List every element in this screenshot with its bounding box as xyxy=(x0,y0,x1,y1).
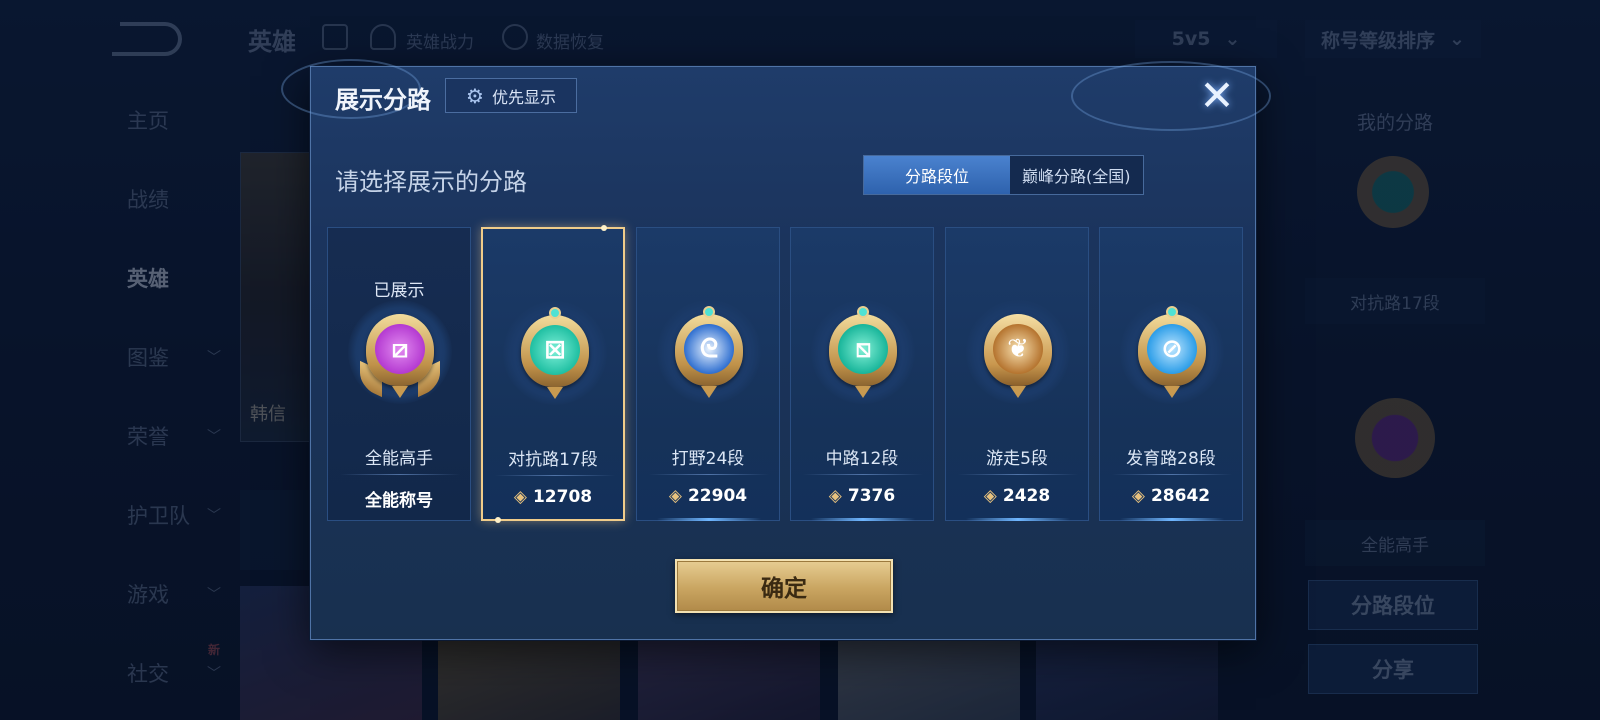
badge-tip xyxy=(392,386,408,398)
badge-gem: ⧄ xyxy=(375,324,425,374)
lane-card-all-round[interactable]: 已展示 ⧄ 全能高手 全能称号 xyxy=(327,227,471,521)
card-glow xyxy=(657,518,761,521)
dialog-prompt: 请选择展示的分路 xyxy=(335,168,527,196)
score-icon: ◈ xyxy=(513,487,527,507)
lane-tabs: 分路段位 巅峰分路(全国) xyxy=(863,155,1144,195)
badge-tip xyxy=(1010,386,1026,398)
lane-card-clash[interactable]: ⊠ 对抗路17段 ◈ 12708 xyxy=(481,225,625,523)
badge-gem: ❦ xyxy=(993,324,1043,374)
divider xyxy=(1112,474,1232,475)
lane-score: ◈ 22904 xyxy=(637,486,779,506)
lane-score: ◈ 12708 xyxy=(483,487,623,507)
badge-top-gem xyxy=(549,307,561,319)
badge-top-gem xyxy=(703,306,715,318)
badge-gem: ᘓ xyxy=(684,324,734,374)
lane-name: 对抗路17段 xyxy=(508,450,598,470)
score-icon: ◈ xyxy=(668,486,682,506)
tab-peak-lane[interactable]: 巅峰分路(全国) xyxy=(1010,156,1143,194)
badge-gem: ⊘ xyxy=(1147,324,1197,374)
divider xyxy=(495,475,615,476)
lane-score: ◈ 2428 xyxy=(946,486,1088,506)
divider xyxy=(958,474,1078,475)
gear-icon: ⚙ xyxy=(466,83,484,108)
card-glow xyxy=(966,518,1070,521)
dialog-title: 展示分路 xyxy=(335,86,431,114)
all-round-icon: ⧄ xyxy=(366,314,434,386)
lane-name: 发育路28段 xyxy=(1126,449,1216,469)
lane-score-value: 12708 xyxy=(532,487,593,507)
badge-tip xyxy=(1164,386,1180,398)
lane-name: 打野24段 xyxy=(671,449,745,469)
lane-score: ◈ 28642 xyxy=(1100,486,1242,506)
lane-name: 全能高手 xyxy=(365,449,433,469)
badge-tip xyxy=(701,386,717,398)
badge-glow: ⧅ xyxy=(811,300,915,404)
badge-glow: ᘓ xyxy=(657,300,761,404)
badge-tip xyxy=(547,387,563,399)
title-type-label: 全能称号 xyxy=(365,491,433,511)
badge-top-gem xyxy=(857,306,869,318)
card-glow xyxy=(811,518,915,521)
badge-glow: ⊘ xyxy=(1120,300,1224,404)
badge-glow: ❦ xyxy=(966,300,1070,404)
lane-card-farm[interactable]: ⊘ 发育路28段 ◈ 28642 xyxy=(1099,227,1243,521)
badge-top-gem xyxy=(1166,306,1178,318)
mid-lane-icon: ⧅ xyxy=(829,314,897,386)
divider xyxy=(803,474,923,475)
clash-lane-icon: ⊠ xyxy=(521,315,589,387)
badge-tip xyxy=(855,386,871,398)
lane-score: ◈ 7376 xyxy=(791,486,933,506)
card-glow xyxy=(1120,518,1224,521)
lane-card-roam[interactable]: ❦ 游走5段 ◈ 2428 xyxy=(945,227,1089,521)
divider xyxy=(649,474,769,475)
priority-display-button[interactable]: ⚙ 优先显示 xyxy=(445,78,577,113)
jungle-icon: ᘓ xyxy=(675,314,743,386)
badge-gem: ⊠ xyxy=(530,325,580,375)
farm-lane-icon: ⊘ xyxy=(1138,314,1206,386)
close-icon[interactable]: ✕ xyxy=(1197,75,1237,117)
lane-name: 游走5段 xyxy=(986,449,1048,469)
lane-card-mid[interactable]: ⧅ 中路12段 ◈ 7376 xyxy=(790,227,934,521)
lane-card-list: 已展示 ⧄ 全能高手 全能称号 ⊠ 对抗路17段 ◈ 12708 ᘓ 打野24段… xyxy=(327,225,1243,523)
lane-score-value: 7376 xyxy=(847,486,896,506)
roam-icon: ❦ xyxy=(984,314,1052,386)
badge-glow: ⊠ xyxy=(503,301,607,405)
tab-lane-rank[interactable]: 分路段位 xyxy=(864,156,1010,194)
lane-score-value: 22904 xyxy=(687,486,748,506)
shown-status-label: 已展示 xyxy=(373,281,425,301)
score-icon: ◈ xyxy=(983,486,997,506)
badge-glow: ⧄ xyxy=(348,300,452,404)
lane-score-value: 28642 xyxy=(1150,486,1211,506)
priority-display-label: 优先显示 xyxy=(491,87,556,107)
dialog-header: 展示分路 ⚙ 优先显示 ✕ xyxy=(311,67,1255,123)
lane-name: 中路12段 xyxy=(825,449,899,469)
confirm-button[interactable]: 确定 xyxy=(675,559,893,613)
divider xyxy=(340,474,460,475)
show-lane-dialog: 展示分路 ⚙ 优先显示 ✕ 请选择展示的分路 分路段位 巅峰分路(全国) 已展示… xyxy=(281,59,1271,640)
lane-score-value: 2428 xyxy=(1002,486,1051,506)
score-icon: ◈ xyxy=(1131,486,1145,506)
lane-card-jungle[interactable]: ᘓ 打野24段 ◈ 22904 xyxy=(636,227,780,521)
score-icon: ◈ xyxy=(828,486,842,506)
badge-gem: ⧅ xyxy=(838,324,888,374)
